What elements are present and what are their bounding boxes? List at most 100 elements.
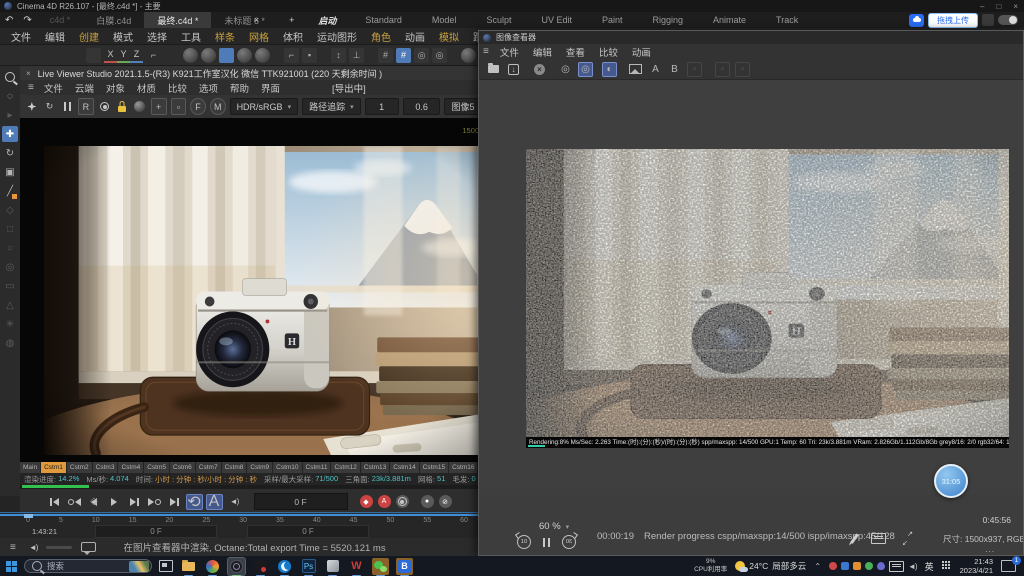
render-pass-tab[interactable]: Cstm7	[196, 462, 222, 473]
stop-render-icon[interactable]: ×	[532, 62, 547, 77]
modeling-mode-icon[interactable]	[219, 48, 234, 63]
doc-tab-partial[interactable]: c4d *	[37, 12, 84, 28]
gamma-field[interactable]: 0.6	[403, 98, 441, 115]
render-settings-icon[interactable]	[86, 48, 101, 63]
menu-item[interactable]: 网格	[242, 29, 276, 44]
loop-toggle[interactable]: ⟲	[186, 494, 203, 510]
message-icon[interactable]	[81, 542, 96, 552]
pass-tab-main[interactable]: Main	[20, 462, 41, 473]
tray-icon-green[interactable]	[865, 562, 873, 570]
skip-forward-button[interactable]: 30	[562, 535, 576, 549]
axis-z-lock[interactable]: Z	[130, 48, 143, 63]
redo-icon[interactable]: ↷	[18, 12, 36, 28]
render-pass-tab[interactable]: Cstm2	[67, 462, 93, 473]
blue-app-icon[interactable]	[276, 558, 293, 575]
picture-viewer-menu-item[interactable]: 比较	[592, 45, 625, 59]
menu-item[interactable]: 模式	[106, 29, 140, 44]
cinema4d-taskbar-icon[interactable]	[228, 558, 245, 575]
live-viewer-menu-item[interactable]: 选项	[193, 81, 224, 95]
notification-icon[interactable]: 1	[1001, 560, 1016, 572]
cube-icon[interactable]: □	[2, 221, 18, 237]
workspace-tab-paint[interactable]: Paint	[587, 12, 638, 28]
material-pick-button[interactable]: M	[210, 98, 226, 115]
doc-tab-zuizhong[interactable]: 最终.c4d *	[144, 12, 211, 28]
picture-viewer-menu-item[interactable]: 文件	[493, 45, 526, 59]
menu-item[interactable]: 样条	[208, 29, 242, 44]
octane-star-icon[interactable]	[25, 99, 39, 114]
goto-end-button[interactable]	[166, 494, 183, 510]
maximize-icon[interactable]: □	[996, 2, 1001, 11]
b-app-icon[interactable]: B	[396, 558, 413, 575]
menu-item[interactable]: 编辑	[38, 29, 72, 44]
edge-mode-icon[interactable]: ⌐	[284, 48, 299, 63]
compare-a-button[interactable]: A	[648, 62, 663, 77]
picture-viewer-titlebar[interactable]: 图像查看器	[479, 31, 1023, 44]
live-viewer-menu-item[interactable]: 界面	[255, 81, 286, 95]
search-icon[interactable]	[2, 69, 18, 85]
keyframe-mode-button[interactable]: ⊘	[439, 495, 452, 508]
hamburger-icon[interactable]: ≡	[6, 542, 20, 553]
workspace-tab-rigging[interactable]: Rigging	[637, 12, 698, 28]
menu-item[interactable]: 模拟	[432, 29, 466, 44]
workspace-tab-standard[interactable]: Standard	[350, 12, 417, 28]
colorspace-select[interactable]: HDR/sRGB▾	[230, 98, 299, 115]
zoom-fit-icon[interactable]: ◎	[558, 62, 573, 77]
live-viewer-close-icon[interactable]: ×	[26, 69, 31, 78]
material-tool-icon[interactable]: ◍	[2, 335, 18, 351]
render-pass-tab[interactable]: Cstm9	[247, 462, 273, 473]
live-viewer-viewport[interactable]: 1500*	[20, 118, 490, 462]
menu-item[interactable]: 文件	[4, 29, 38, 44]
kernel-select[interactable]: 路径追踪▾	[302, 98, 361, 115]
target-icon-2[interactable]: ◎	[432, 48, 447, 63]
photoshop-icon[interactable]: Ps	[300, 558, 317, 575]
doc-tab-baimo[interactable]: 白膜.c4d	[83, 12, 144, 28]
live-viewer-menu-item[interactable]: 云端	[69, 81, 100, 95]
focus-pick-button[interactable]: F	[190, 98, 206, 115]
render-pass-tab[interactable]: Cstm11	[303, 462, 332, 473]
snap-icon[interactable]	[183, 48, 198, 63]
goto-start-button[interactable]	[46, 494, 63, 510]
image-layers-icon[interactable]	[628, 62, 643, 77]
autokey-toggle[interactable]: A	[206, 494, 223, 510]
skip-back-button[interactable]: 10	[517, 535, 531, 549]
plane-icon[interactable]: ▭	[2, 278, 18, 294]
coord-system-icon[interactable]: ⌐	[146, 48, 161, 63]
sphere-icon[interactable]: ○	[2, 240, 18, 256]
tray-speaker-icon[interactable]: ◄)	[908, 562, 917, 571]
volume-slider[interactable]	[46, 546, 72, 549]
menu-item[interactable]: 角色	[364, 29, 398, 44]
move-tool-icon[interactable]: ✚	[2, 126, 18, 142]
record-keyframe-button[interactable]: ◆	[360, 495, 373, 508]
zoom-level-select[interactable]: 60 %▾	[539, 521, 569, 532]
clock-widget[interactable]: 21:432023/4/21	[960, 557, 993, 576]
extension-icon[interactable]	[982, 14, 994, 26]
start-button[interactable]	[6, 561, 17, 572]
toggle-switch[interactable]	[998, 15, 1018, 25]
minimize-icon[interactable]: –	[980, 2, 984, 11]
tray-monitor-icon[interactable]	[889, 561, 904, 572]
keyboard-icon[interactable]	[871, 533, 886, 544]
keyframe-settings-button[interactable]	[396, 495, 409, 508]
render-pass-tab[interactable]: Cstm3	[93, 462, 119, 473]
more-icon[interactable]: ...	[985, 545, 995, 554]
new-doc-tab-button[interactable]: +	[279, 12, 304, 28]
menu-item[interactable]: 动画	[398, 29, 432, 44]
render-pass-tab[interactable]: Cstm16	[449, 462, 478, 473]
sound-toggle[interactable]: ◄)	[226, 494, 243, 510]
octane-taskbar-icon[interactable]	[252, 558, 269, 575]
timeline-ruler[interactable]: 051015202530354045505560	[0, 514, 478, 525]
wechat-icon[interactable]	[372, 558, 389, 575]
next-frame-button[interactable]	[126, 494, 143, 510]
settings-gear-icon[interactable]	[98, 99, 112, 114]
hamburger-icon[interactable]: ≡	[479, 46, 493, 57]
rotate-tool-icon[interactable]: ↻	[2, 145, 18, 161]
doc-tab-untitled6[interactable]: 未标题 6 *	[211, 12, 278, 28]
picture-viewer-menu-item[interactable]: 查看	[559, 45, 592, 59]
render-pass-tab[interactable]: Cstm14	[390, 462, 419, 473]
history-icon[interactable]	[461, 48, 476, 63]
record-auto-button[interactable]: A	[378, 495, 391, 508]
wps-icon[interactable]: W	[348, 558, 365, 575]
undo-icon[interactable]: ↶	[0, 12, 18, 28]
live-selection-icon[interactable]: ◌	[2, 88, 18, 104]
render-pass-tab[interactable]: Cstm8	[222, 462, 248, 473]
